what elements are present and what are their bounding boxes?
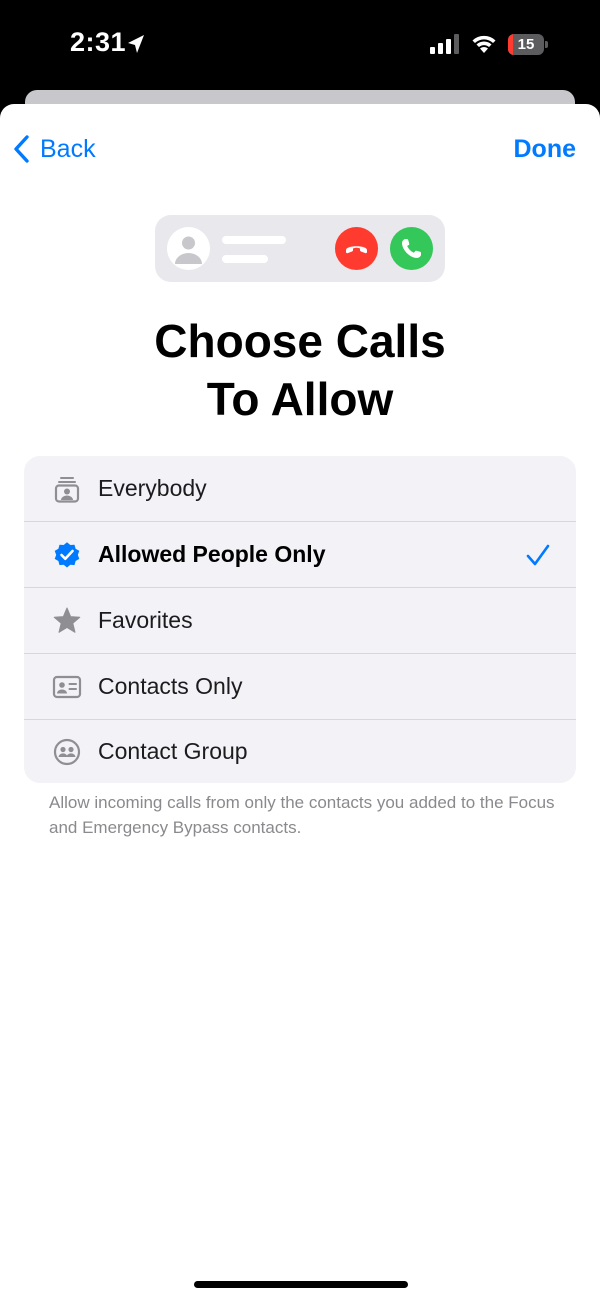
phone-down-icon [346,246,367,254]
phone-icon [402,239,421,258]
wifi-icon [472,35,496,53]
group-icon [53,738,81,765]
chevron-left-icon [14,135,29,163]
star-icon [53,607,81,633]
checkmark-icon [526,544,550,565]
caller-detail-placeholder [222,255,268,263]
decline-call-button [335,227,378,270]
done-button[interactable]: Done [514,130,577,168]
option-allowed-people-only[interactable]: Allowed People Only [24,522,576,588]
home-indicator[interactable] [194,1281,408,1288]
option-label: Favorites [98,607,193,633]
contact-card-icon [52,675,82,698]
battery-icon: 15 [508,34,548,55]
battery-level: 15 [517,36,535,53]
cellular-signal-icon [430,34,459,54]
verified-badge-icon [54,541,80,567]
call-options-list: Everybody Allowed People Only Favorites … [24,456,576,783]
caller-name-placeholder [222,236,286,244]
option-label: Allowed People Only [98,541,326,567]
option-contact-group[interactable]: Contact Group [24,720,576,783]
status-bar: 2:31 15 [0,0,600,90]
footnote-text: Allow incoming calls from only the conta… [49,793,555,837]
person-icon [175,236,202,264]
option-everybody[interactable]: Everybody [24,456,576,522]
people-stack-icon [54,476,80,503]
page-title: Choose Calls To Allow [0,312,600,428]
back-button[interactable]: Back [12,130,96,168]
back-button-label: Back [40,134,96,163]
avatar [167,227,210,270]
option-contacts-only[interactable]: Contacts Only [24,654,576,720]
option-favorites[interactable]: Favorites [24,588,576,654]
option-label: Contact Group [98,738,248,764]
option-label: Everybody [98,475,207,501]
page-title-line-2: To Allow [206,373,394,425]
status-time: 2:31 [70,27,127,57]
option-label: Contacts Only [98,673,243,699]
page-title-line-1: Choose Calls [154,315,446,367]
accept-call-button [390,227,433,270]
location-arrow-icon [128,35,144,53]
incoming-call-illustration [155,215,445,282]
